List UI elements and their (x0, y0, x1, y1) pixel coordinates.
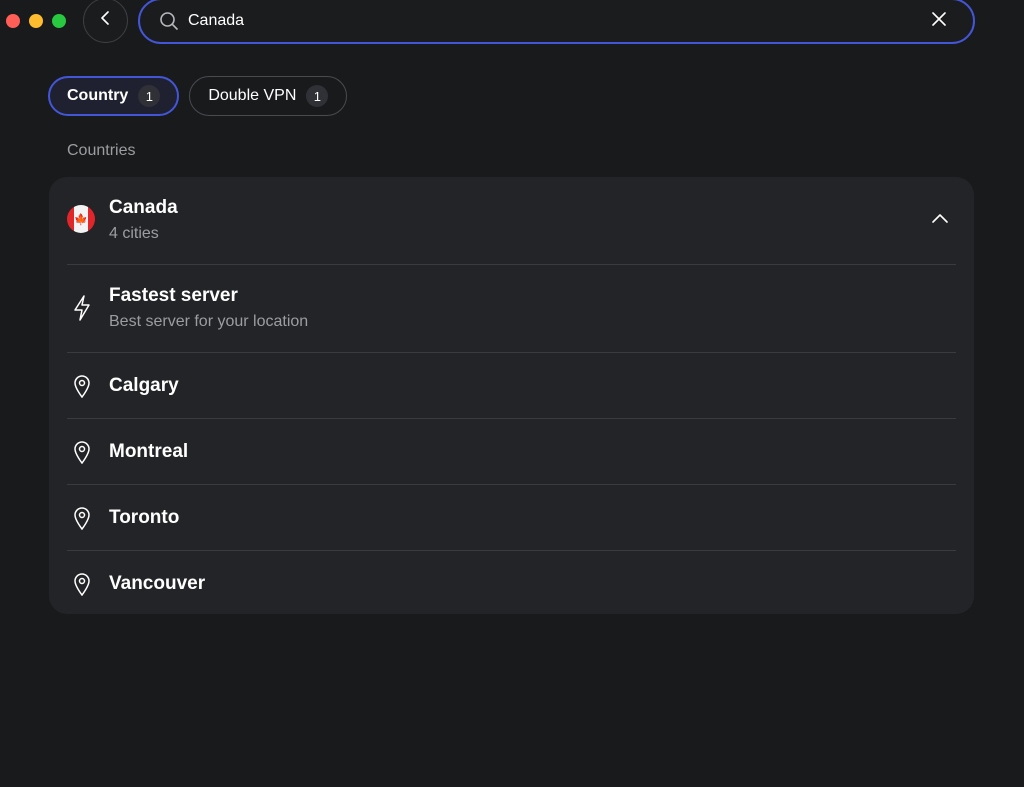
window-maximize-button[interactable] (52, 14, 66, 28)
tab-label: Double VPN (208, 87, 297, 104)
tab-count-badge: 1 (138, 85, 161, 107)
city-name: Montreal (109, 441, 189, 462)
window-controls (6, 14, 66, 28)
clear-search-button[interactable] (927, 9, 951, 33)
city-name: Vancouver (109, 573, 206, 594)
chevron-left-icon (100, 11, 112, 30)
city-row[interactable]: Toronto (67, 485, 956, 551)
filter-tabs: Country 1 Double VPN 1 (48, 76, 348, 116)
country-row-canada[interactable]: 🍁 Canada 4 cities (67, 177, 956, 265)
chevron-up-icon[interactable] (930, 209, 950, 229)
section-title: Countries (67, 142, 136, 159)
back-button[interactable] (83, 0, 128, 43)
tab-country[interactable]: Country 1 (48, 76, 180, 116)
window-close-button[interactable] (6, 14, 20, 28)
window-minimize-button[interactable] (29, 14, 43, 28)
city-name: Toronto (109, 507, 180, 528)
city-row[interactable]: Vancouver (67, 551, 956, 616)
city-row[interactable]: Calgary (67, 353, 956, 419)
close-icon (932, 11, 946, 31)
tab-count-badge: 1 (306, 85, 329, 107)
country-city-count: 4 cities (109, 225, 159, 242)
city-row[interactable]: Montreal (67, 419, 956, 485)
tab-double-vpn[interactable]: Double VPN 1 (189, 76, 348, 116)
search-bar (138, 0, 975, 44)
search-input[interactable] (186, 11, 927, 31)
fastest-server-title: Fastest server (109, 285, 238, 306)
location-pin-icon (71, 505, 93, 531)
fastest-server-row[interactable]: Fastest server Best server for your loca… (67, 265, 956, 353)
search-icon (158, 10, 180, 32)
location-pin-icon (71, 373, 93, 399)
canada-flag-icon: 🍁 (67, 205, 95, 233)
city-name: Calgary (109, 375, 179, 396)
tab-label: Country (67, 87, 129, 104)
country-card: 🍁 Canada 4 cities Fastest server Best se… (49, 177, 974, 614)
location-pin-icon (71, 439, 93, 465)
location-pin-icon (71, 571, 93, 597)
fastest-server-subtitle: Best server for your location (109, 313, 309, 330)
country-name: Canada (109, 197, 178, 218)
lightning-icon (71, 295, 93, 321)
